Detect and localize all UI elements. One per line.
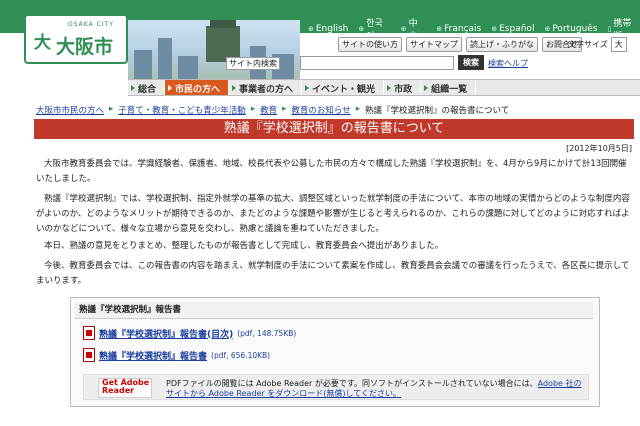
search-input[interactable] xyxy=(300,56,454,70)
adobe-reader-notice: Get Adobe Reader PDFファイルの閲覧には Adobe Read… xyxy=(83,374,589,400)
pdf-link-report[interactable]: 熟議『学校選択制』報告書 (pdf, 656.10KB) xyxy=(83,348,270,362)
body-paragraph: 本日、熟議の意見をとりまとめ、整理したものが報告書として完成し、教育委員会へ提出… xyxy=(44,241,444,251)
nav-tab-city-admin[interactable]: 市政 xyxy=(384,80,422,95)
nav-tab-events[interactable]: イベント・観光 xyxy=(302,80,385,95)
osaka-city-logo[interactable]: OSAKA CITY ⼤ 大阪市 xyxy=(24,14,128,64)
globe-icon: ⊕ xyxy=(358,25,365,33)
globe-icon: ⊕ xyxy=(400,25,407,33)
breadcrumb-arrow-icon: ▸ xyxy=(282,104,287,114)
breadcrumb-link[interactable]: 教育 xyxy=(260,104,277,116)
city-emblem-icon: ⼤ xyxy=(34,33,51,53)
file-size: (pdf, 148.75KB) xyxy=(237,328,297,338)
font-size-control: 文字サイズ 大 xyxy=(568,37,627,52)
file-size: (pdf, 656.10KB) xyxy=(211,350,271,360)
globe-icon: ⊕ xyxy=(544,25,551,33)
search-button[interactable]: 検索 xyxy=(458,55,484,70)
breadcrumb-link[interactable]: 子育て・教育・こども青少年活動 xyxy=(118,104,246,116)
read-aloud-button[interactable]: 読上げ・ふりがな xyxy=(466,37,538,52)
site-guide-button[interactable]: サイトの使い方 xyxy=(338,37,402,52)
building-shape xyxy=(178,56,198,80)
building-shape xyxy=(134,50,152,80)
font-size-label: 文字サイズ xyxy=(568,40,608,49)
body-paragraph: 今後、教育委員会では、この報告書の内容を踏まえ、就学制度の手法について素案を作成… xyxy=(36,261,630,286)
logo-english-text: OSAKA CITY xyxy=(68,21,114,28)
site-search-label: サイト内検索 xyxy=(226,57,280,70)
globe-icon: ⊕ xyxy=(308,25,314,33)
globe-icon: ⊕ xyxy=(491,25,498,33)
header-cityscape-image xyxy=(128,20,300,80)
main-nav: 総合 市民の方へ 事業者の方へ イベント・観光 市政 組織一覧 xyxy=(128,79,640,96)
breadcrumb-current: 熟議『学校選択制』の報告書について xyxy=(365,106,510,116)
globe-icon: ⊕ xyxy=(436,25,443,33)
reader-notice-text: PDFファイルの閲覧には Adobe Reader が必要です。同ソフトがインス… xyxy=(166,379,582,398)
pdf-link-label[interactable]: 熟議『学校選択制』報告書(目次) xyxy=(99,327,233,340)
body-paragraph: 熟議『学校選択制』では、学校選択制、指定外就学の基準の拡大、調整区域といった就学… xyxy=(36,194,630,234)
nav-tab-business[interactable]: 事業者の方へ xyxy=(229,80,303,95)
breadcrumb-arrow-icon: ▸ xyxy=(355,104,361,114)
pdf-icon xyxy=(83,326,95,340)
breadcrumb-link[interactable]: 教育のお知らせ xyxy=(291,104,350,116)
breadcrumb-arrow-icon: ▸ xyxy=(109,104,114,114)
utility-buttons: サイトの使い方 サイトマップ 読上げ・ふりがな お問合せ xyxy=(338,37,582,52)
logo-japanese-text: 大阪市 xyxy=(56,36,114,58)
publish-date: [2012年10月5日] xyxy=(566,144,632,153)
breadcrumb: 大阪市市民の方へ ▸ 子育て・教育・こども青少年活動 ▸ 教育 ▸ 教育のお知らせ ▸ … xyxy=(36,104,509,116)
search-help-link[interactable]: 検索ヘルプ xyxy=(488,58,528,69)
building-shape xyxy=(158,38,172,80)
nav-tab-organizations[interactable]: 組織一覧 xyxy=(421,80,477,95)
breadcrumb-link[interactable]: 大阪市市民の方へ xyxy=(36,104,104,116)
report-box-title: 熟議『学校選択制』報告書 xyxy=(75,302,593,319)
font-size-large-button[interactable]: 大 xyxy=(610,37,627,52)
report-download-box: 熟議『学校選択制』報告書 熟議『学校選択制』報告書(目次) (pdf, 148.… xyxy=(70,297,600,407)
sitemap-button[interactable]: サイトマップ xyxy=(406,37,462,52)
pdf-icon xyxy=(83,348,95,362)
page-title: 熟議『学校選択制』の報告書について xyxy=(34,119,634,139)
nav-tab-general[interactable]: 総合 xyxy=(128,80,166,95)
pdf-link-label[interactable]: 熟議『学校選択制』報告書 xyxy=(99,349,207,362)
get-adobe-reader-badge[interactable]: Get Adobe Reader xyxy=(98,378,152,398)
nav-tab-citizens[interactable]: 市民の方へ xyxy=(165,80,230,95)
body-paragraph: 大阪市教育委員会では、学識経験者、保護者、地域、校長代表や公募した市民の方々で構… xyxy=(36,159,627,184)
mobile-icon: ▯ xyxy=(607,25,612,33)
breadcrumb-arrow-icon: ▸ xyxy=(250,104,256,114)
pdf-link-toc[interactable]: 熟議『学校選択制』報告書(目次) (pdf, 148.75KB) xyxy=(83,326,296,340)
